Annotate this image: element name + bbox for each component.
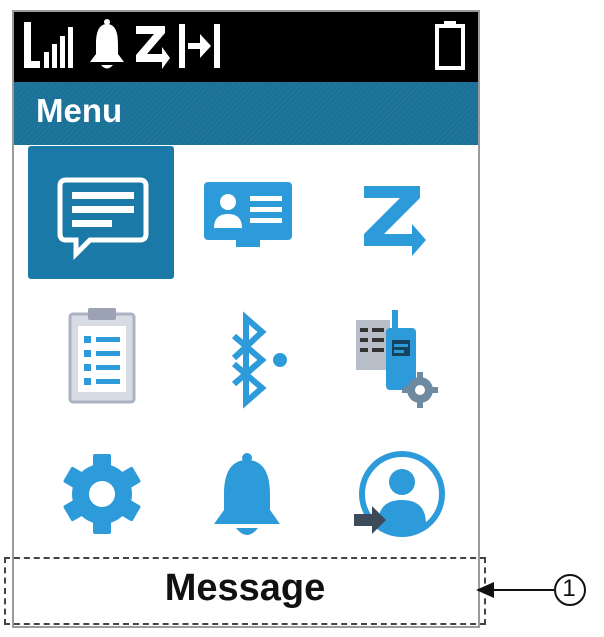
message-icon [57,177,149,261]
menu-item-settings[interactable] [28,432,174,565]
bluetooth-icon [231,311,287,409]
menu-item-clipboard[interactable] [28,292,174,425]
alert-bell-icon [214,453,280,535]
signal-strength-icon [24,22,73,68]
callout-number: 1 [562,575,576,602]
menu-item-user-login[interactable] [320,432,466,565]
menu-item-radio-settings[interactable] [320,292,466,425]
selected-item-label: Message [164,567,326,609]
scan-z-icon [364,186,426,256]
radio-settings-icon [356,310,438,408]
zigbee-z-icon [136,26,170,69]
menu-item-contacts[interactable] [174,146,320,279]
menu-item-message[interactable] [28,146,174,279]
callout-arrow [476,582,554,598]
notification-bell-icon [90,19,124,69]
status-bar [14,12,478,82]
selected-item-label-box: Message [4,557,486,625]
menu-title: Menu [36,92,123,129]
menu-item-scan[interactable] [320,146,466,279]
clipboard-list-icon [68,308,136,404]
contacts-icon [204,182,292,247]
menu-title-bar: Menu [14,82,478,145]
settings-gear-icon [63,454,141,534]
battery-icon [435,21,465,70]
user-login-icon [354,451,445,537]
menu-item-alerts[interactable] [174,432,320,565]
radio-display: Menu [12,10,480,628]
channel-step-icon [179,24,220,68]
menu-item-bluetooth[interactable] [174,292,320,425]
